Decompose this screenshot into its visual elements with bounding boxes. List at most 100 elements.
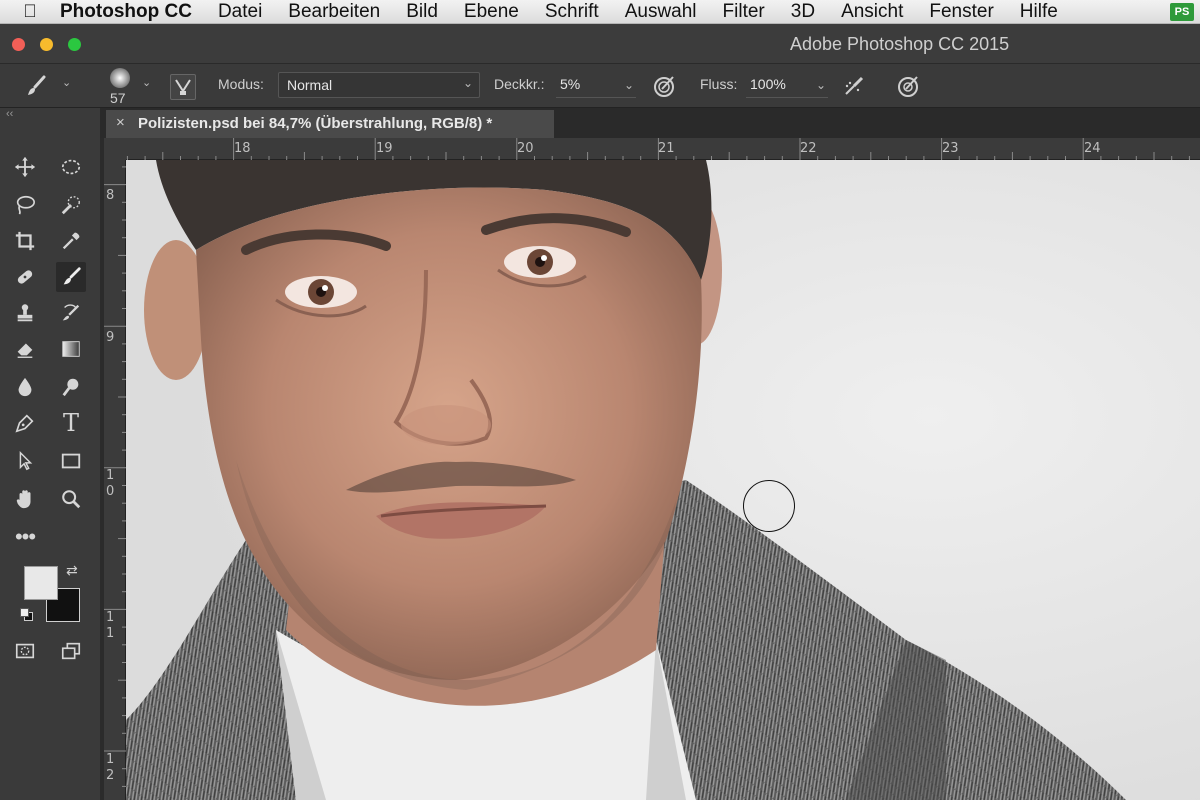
close-icon[interactable]: ×: [116, 114, 125, 131]
type-tool[interactable]: T: [56, 408, 86, 438]
healing-brush-tool[interactable]: [10, 262, 40, 292]
default-colors-icon[interactable]: [20, 608, 34, 622]
quick-mask-button[interactable]: [10, 636, 40, 666]
type-icon: T: [62, 409, 79, 437]
bandage-icon: [17, 270, 33, 284]
zoom-tool[interactable]: [56, 484, 86, 514]
ruler-label: 1 2: [106, 752, 115, 783]
swap-colors-icon[interactable]: ⇄: [66, 562, 78, 579]
airbrush-icon: [845, 76, 864, 95]
menu-ebene[interactable]: Ebene: [464, 1, 519, 23]
lasso-icon: [16, 195, 35, 215]
ruler-label: 20: [517, 141, 534, 156]
screen-mode-icon: [61, 642, 81, 660]
quick-mask-icon: [15, 643, 35, 659]
window-zoom-button[interactable]: [68, 38, 81, 51]
menubar:  Photoshop CC Datei Bearbeiten Bild Ebe…: [0, 0, 1200, 24]
document-canvas[interactable]: [126, 160, 1200, 800]
path-selection-tool[interactable]: [10, 446, 40, 476]
portrait-image: [126, 160, 1200, 800]
marquee-tool[interactable]: [56, 152, 86, 182]
crop-tool[interactable]: [10, 226, 40, 256]
flow-label: Fluss:: [700, 76, 738, 92]
window-title: Adobe Photoshop CC 2015: [790, 34, 1010, 54]
menu-auswahl[interactable]: Auswahl: [625, 1, 697, 23]
ruler-label: 18: [234, 141, 251, 156]
eraser-icon: [17, 343, 33, 358]
document-tab[interactable]: × Polizisten.psd bei 84,7% (Überstrahlun…: [106, 110, 554, 138]
apple-icon[interactable]: : [0, 1, 60, 22]
menu-app-name[interactable]: Photoshop CC: [60, 1, 192, 23]
status-app-icon[interactable]: PS: [1170, 3, 1194, 21]
rectangle-icon: [61, 453, 81, 469]
pressure-opacity-button[interactable]: [652, 74, 678, 100]
dodge-tool[interactable]: [56, 372, 86, 402]
window-minimize-button[interactable]: [40, 38, 53, 51]
menu-bild[interactable]: Bild: [406, 1, 438, 23]
ruler-label: 9: [106, 330, 115, 345]
clone-stamp-tool[interactable]: [10, 298, 40, 328]
hand-tool[interactable]: [10, 484, 40, 514]
history-brush-icon: [62, 304, 80, 321]
menu-bearbeiten[interactable]: Bearbeiten: [288, 1, 380, 23]
tool-preset-picker[interactable]: ⌄: [24, 74, 71, 98]
screen-mode-button[interactable]: [56, 636, 86, 666]
pen-tool[interactable]: [10, 408, 40, 438]
zoom-icon: [62, 490, 81, 509]
menu-filter[interactable]: Filter: [723, 1, 765, 23]
history-brush-tool[interactable]: [56, 298, 86, 328]
pen-icon: [15, 414, 34, 433]
menu-schrift[interactable]: Schrift: [545, 1, 599, 23]
brush-tool[interactable]: [56, 262, 86, 292]
dodge-icon: [62, 378, 79, 397]
document-tab-title: Polizisten.psd bei 84,7% (Überstrahlung,…: [138, 115, 493, 132]
ruler-label: 8: [106, 188, 115, 203]
ruler-label: 19: [376, 141, 393, 156]
brush-size-picker[interactable]: 57 ⌄: [106, 66, 151, 106]
window-close-button[interactable]: [12, 38, 25, 51]
ruler-label: 22: [800, 141, 817, 156]
opacity-field[interactable]: 5% ⌄: [556, 76, 636, 98]
eyedropper-tool[interactable]: [56, 226, 86, 256]
menu-hilfe[interactable]: Hilfe: [1020, 1, 1058, 23]
menu-datei[interactable]: Datei: [218, 1, 262, 23]
brush-panel-icon: [175, 79, 191, 95]
mode-label: Modus:: [218, 76, 264, 92]
pressure-size-button[interactable]: [896, 74, 922, 100]
chevron-down-icon: ⌄: [62, 77, 72, 89]
opacity-label: Deckkr.:: [494, 76, 545, 92]
menu-3d[interactable]: 3D: [791, 1, 815, 23]
horizontal-ruler[interactable]: 18 19 20 21 22 23 24: [126, 138, 1200, 160]
brush-icon: [28, 75, 46, 95]
ruler-label: 24: [1084, 141, 1101, 156]
lasso-tool[interactable]: [10, 190, 40, 220]
ruler-label: 1 0: [106, 468, 115, 499]
quick-selection-tool[interactable]: [56, 190, 86, 220]
gradient-tool[interactable]: [56, 334, 86, 364]
stamp-icon: [17, 304, 33, 322]
more-icon: •••: [14, 524, 36, 549]
menu-fenster[interactable]: Fenster: [929, 1, 993, 23]
chevron-down-icon: ⌄: [623, 78, 634, 92]
mode-select[interactable]: Normal ⌄: [278, 72, 480, 98]
ruler-label: 1 1: [106, 610, 115, 641]
toolbox-collapse-toggle[interactable]: ‹‹: [0, 108, 100, 124]
airbrush-button[interactable]: [842, 74, 868, 100]
eraser-tool[interactable]: [10, 334, 40, 364]
flow-field[interactable]: 100% ⌄: [746, 76, 828, 98]
edit-toolbar-button[interactable]: •••: [10, 522, 40, 552]
mode-value: Normal: [287, 77, 333, 93]
ruler-origin[interactable]: [104, 138, 126, 160]
brush-panel-toggle[interactable]: [170, 74, 196, 100]
rectangle-tool[interactable]: [56, 446, 86, 476]
move-tool[interactable]: [10, 152, 40, 182]
move-icon: [14, 156, 36, 178]
eyedropper-icon: [62, 232, 80, 250]
menu-ansicht[interactable]: Ansicht: [841, 1, 903, 23]
vertical-ruler[interactable]: 8 9 1 0 1 1 1 2: [104, 160, 126, 800]
brush-tip-preview: [110, 68, 130, 88]
brush-icon: [63, 267, 81, 285]
foreground-color-swatch[interactable]: [24, 566, 58, 600]
crop-icon: [15, 231, 35, 251]
blur-tool[interactable]: [10, 372, 40, 402]
